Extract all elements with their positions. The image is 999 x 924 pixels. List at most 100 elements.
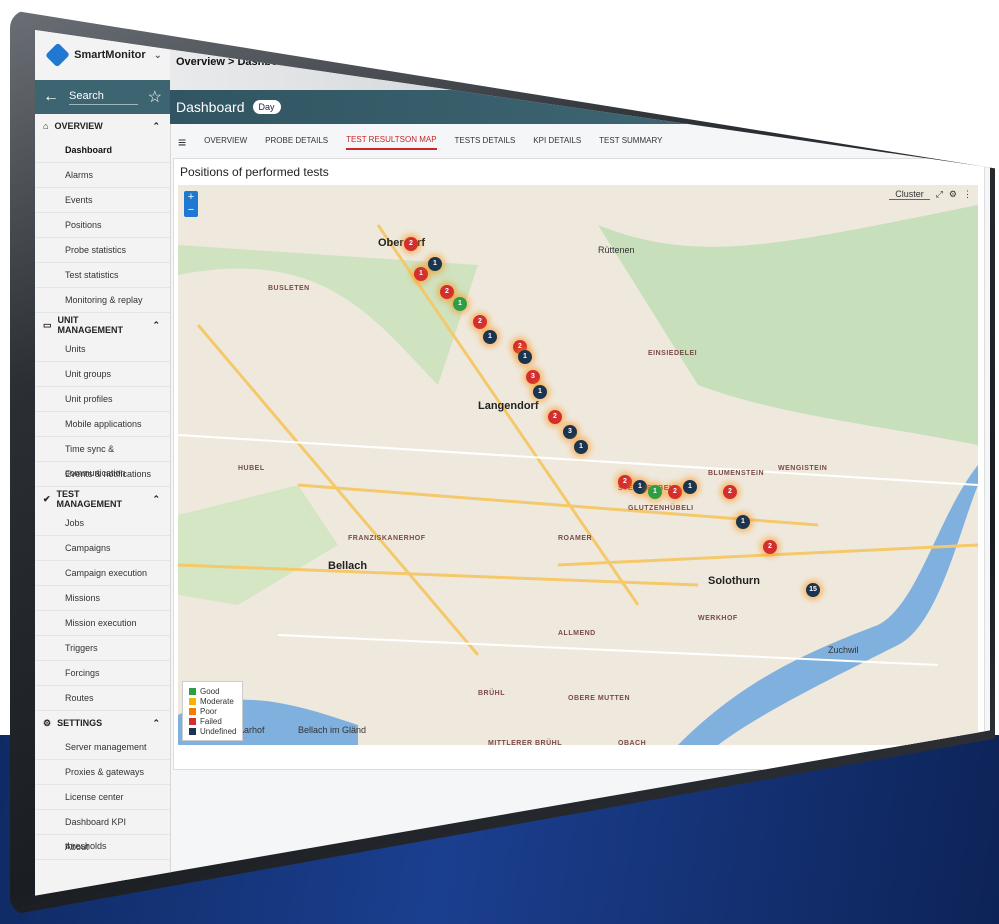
tab-test-summary[interactable]: TEST SUMMARY (599, 136, 662, 149)
sidebar-item-unit-profiles[interactable]: Unit profiles (35, 387, 170, 412)
search-bar: ← Search ☆ (35, 80, 170, 114)
back-arrow-icon[interactable]: ← (43, 88, 59, 106)
tab-tests-details[interactable]: TESTS DETAILS (455, 136, 516, 149)
test-result-marker[interactable]: 1 (518, 350, 532, 364)
legend-item: Undefined (189, 726, 236, 736)
sidebar-section-unit-management[interactable]: ▭ UNIT MANAGEMENT ⌃ (35, 313, 170, 337)
test-result-marker[interactable]: 1 (483, 330, 497, 344)
chevron-up-icon[interactable]: ⌃ (152, 320, 160, 331)
test-result-marker[interactable]: 2 (440, 285, 454, 299)
sidebar-item-forcings[interactable]: Forcings (35, 661, 170, 686)
place-label: ALLMEND (558, 630, 596, 637)
legend-swatch (189, 707, 196, 715)
test-result-marker[interactable]: 2 (723, 485, 737, 499)
legend-item: Failed (189, 716, 236, 726)
test-result-marker[interactable]: 3 (563, 425, 577, 439)
legend-label: Moderate (200, 696, 234, 706)
chevron-up-icon[interactable]: ⌃ (152, 718, 160, 729)
test-result-marker[interactable]: 1 (574, 440, 588, 454)
chevron-up-icon[interactable]: ⌃ (152, 494, 160, 505)
test-result-marker[interactable]: 15 (806, 583, 820, 597)
sidebar-item-license-center[interactable]: License center (35, 785, 170, 810)
test-result-marker[interactable]: 1 (683, 480, 697, 494)
sidebar-item-monitoring-replay[interactable]: Monitoring & replay (35, 288, 170, 313)
sidebar-section-label: UNIT MANAGEMENT (57, 315, 124, 335)
unit-icon: ▭ (43, 319, 52, 330)
sidebar-section-overview[interactable]: ⌂ OVERVIEW ⌃ (35, 114, 170, 138)
test-result-marker[interactable]: 1 (533, 385, 547, 399)
legend: Good Moderate Poor Failed Undefined (182, 681, 244, 741)
search-input[interactable]: Search (69, 90, 138, 105)
place-label: GLUTZENHÜBELI (628, 505, 694, 512)
gear-icon: ⚙ (43, 717, 52, 728)
sidebar-section-test-management[interactable]: ✔ TEST MANAGEMENT ⌃ (35, 487, 170, 511)
chevron-down-icon[interactable]: ⌄ (154, 50, 162, 61)
sidebar-item-proxies-gateways[interactable]: Proxies & gateways (35, 760, 170, 785)
sidebar-item-mobile-applications[interactable]: Mobile applications (35, 412, 170, 437)
test-result-marker[interactable]: 1 (414, 267, 428, 281)
zoom-in-button[interactable]: + (184, 191, 198, 204)
map-panel: Positions of performed tests + − Cluster… (173, 158, 985, 770)
zoom-out-button[interactable]: − (184, 204, 198, 217)
tab-kpi-details[interactable]: KPI DETAILS (533, 136, 581, 149)
test-result-marker[interactable]: 1 (648, 485, 662, 499)
sidebar-item-mission-execution[interactable]: Mission execution (35, 611, 170, 636)
tab-test-resultson-map[interactable]: TEST RESULTSON MAP (346, 135, 437, 150)
sidebar-item-time-sync-communication[interactable]: Time sync & communication (35, 437, 170, 478)
sidebar-item-dashboard-kpi-thresholds[interactable]: Dashboard KPI thresholds (35, 810, 170, 851)
sidebar-item-alarms[interactable]: Alarms (35, 163, 170, 188)
test-result-marker[interactable]: 1 (736, 515, 750, 529)
expand-icon[interactable]: ⤢ (936, 189, 943, 200)
sidebar-item-campaigns[interactable]: Campaigns (35, 536, 170, 561)
legend-label: Poor (200, 706, 217, 716)
page-title: Dashboard (176, 99, 245, 115)
breadcrumb-root[interactable]: Overview (176, 56, 225, 68)
sidebar-item-unit-groups[interactable]: Unit groups (35, 362, 170, 387)
place-label: BLUMENSTEIN (708, 470, 765, 477)
test-result-marker[interactable]: 3 (526, 370, 540, 384)
more-icon[interactable]: ⋮ (963, 189, 972, 200)
legend-label: Good (200, 686, 220, 696)
menu-icon[interactable]: ≡ (178, 134, 186, 150)
tab-overview[interactable]: OVERVIEW (204, 136, 247, 149)
sidebar-item-events-notifications[interactable]: Events & notifications (35, 462, 170, 487)
period-badge[interactable]: Day (252, 100, 281, 114)
legend-swatch (189, 697, 196, 705)
settings-icon[interactable]: ⚙ (949, 189, 957, 200)
sidebar-item-campaign-execution[interactable]: Campaign execution (35, 561, 170, 586)
sidebar-item-dashboard[interactable]: Dashboard (35, 138, 170, 163)
sidebar-item-units[interactable]: Units (35, 337, 170, 362)
sidebar-item-routes[interactable]: Routes (35, 686, 170, 711)
test-result-marker[interactable]: 2 (618, 475, 632, 489)
sidebar: SmartMonitor ⌄ ← Search ☆ ⌂ OVERVIEW ⌃ Dash… (35, 30, 171, 896)
place-label: BRÜHL (478, 690, 505, 697)
test-result-marker[interactable]: 2 (763, 540, 777, 554)
sidebar-item-test-statistics[interactable]: Test statistics (35, 263, 170, 288)
place-label: WENGISTEIN (778, 465, 828, 472)
test-result-marker[interactable]: 2 (548, 410, 562, 424)
chevron-up-icon[interactable]: ⌃ (152, 121, 160, 132)
map[interactable]: + − Cluster ⤢ ⚙ ⋮ Oberdorf Langendorf Bell… (178, 185, 978, 745)
sidebar-item-events[interactable]: Events (35, 188, 170, 213)
sidebar-item-jobs[interactable]: Jobs (35, 511, 170, 536)
cluster-select[interactable]: Cluster (889, 189, 930, 200)
sidebar-section-settings[interactable]: ⚙ SETTINGS ⌃ (35, 711, 170, 735)
sidebar-item-positions[interactable]: Positions (35, 213, 170, 238)
test-result-marker[interactable]: 2 (473, 315, 487, 329)
place-label: FRANZISKANERHOF (348, 535, 426, 542)
sidebar-item-missions[interactable]: Missions (35, 586, 170, 611)
place-label: MITTLERER BRÜHL (488, 740, 562, 745)
place-label: OBACH (618, 740, 647, 745)
sidebar-item-triggers[interactable]: Triggers (35, 636, 170, 661)
test-result-marker[interactable]: 1 (428, 257, 442, 271)
test-result-marker[interactable]: 2 (404, 237, 418, 251)
test-result-marker[interactable]: 1 (453, 297, 467, 311)
test-result-marker[interactable]: 2 (668, 485, 682, 499)
tab-probe-details[interactable]: PROBE DETAILS (265, 136, 328, 149)
sidebar-section-label: OVERVIEW (54, 121, 103, 131)
star-icon[interactable]: ☆ (148, 87, 162, 107)
place-label: EINSIEDELEI (648, 350, 698, 357)
sidebar-item-server-management[interactable]: Server management (35, 735, 170, 760)
test-result-marker[interactable]: 1 (633, 480, 647, 494)
sidebar-item-probe-statistics[interactable]: Probe statistics (35, 238, 170, 263)
